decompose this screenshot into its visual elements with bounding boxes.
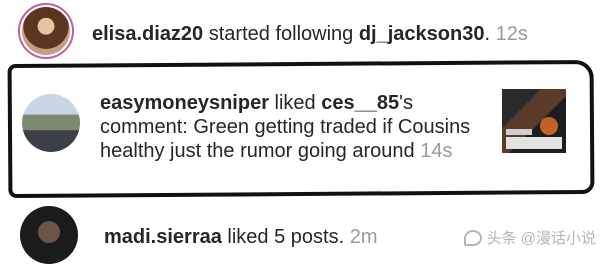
target-username-link[interactable]: dj_jackson30 <box>359 23 485 45</box>
watermark: 头条 @漫话小说 <box>463 227 596 248</box>
punctuation: . <box>484 23 491 45</box>
thumbnail-graphic <box>506 129 532 135</box>
avatar[interactable] <box>18 3 74 59</box>
notification-text: easymoneysniper liked ces__85's comment:… <box>100 91 480 163</box>
username-link[interactable]: easymoneysniper <box>100 92 269 114</box>
username-link[interactable]: madi.sierraa <box>104 226 222 248</box>
avatar[interactable] <box>22 94 80 152</box>
avatar[interactable] <box>20 206 78 264</box>
timestamp: 14s <box>420 140 453 162</box>
timestamp: 2m <box>349 226 378 248</box>
timestamp: 12s <box>495 23 528 45</box>
watermark-text: 头条 @漫话小说 <box>486 230 596 247</box>
notification-text: elisa.diaz20 started following dj_jackso… <box>92 22 592 46</box>
target-username-link[interactable]: ces__85 <box>321 92 399 114</box>
action-text: started following <box>208 23 354 45</box>
action-text: liked 5 posts. <box>227 226 345 248</box>
thumbnail-caption-bar <box>506 137 562 149</box>
notification-row-like-comment[interactable]: easymoneysniper liked ces__85's comment:… <box>0 72 608 192</box>
avatar-image <box>22 7 70 55</box>
username-link[interactable]: elisa.diaz20 <box>92 23 203 45</box>
notification-text: madi.sierraa liked 5 posts. 2m <box>104 225 378 249</box>
action-text: liked <box>274 92 316 114</box>
possessive: 's <box>399 92 413 114</box>
comment-text: comment: Green getting traded if Cousins… <box>100 116 471 162</box>
watermark-logo-icon <box>463 229 482 246</box>
post-thumbnail[interactable] <box>502 89 566 153</box>
basketball-icon <box>540 117 558 135</box>
